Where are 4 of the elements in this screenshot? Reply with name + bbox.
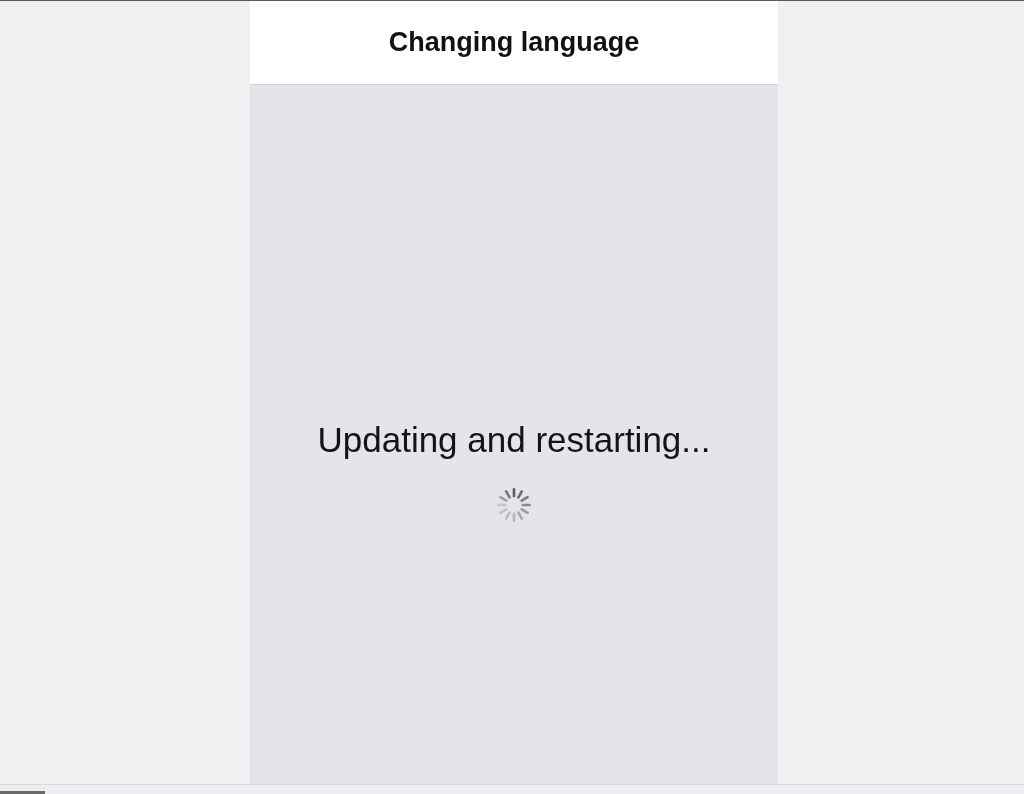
loading-spinner-icon	[497, 488, 531, 522]
status-message: Updating and restarting...	[317, 419, 711, 461]
scrollbar-thumb[interactable]	[0, 791, 45, 794]
header-title: Changing language	[388, 27, 640, 58]
